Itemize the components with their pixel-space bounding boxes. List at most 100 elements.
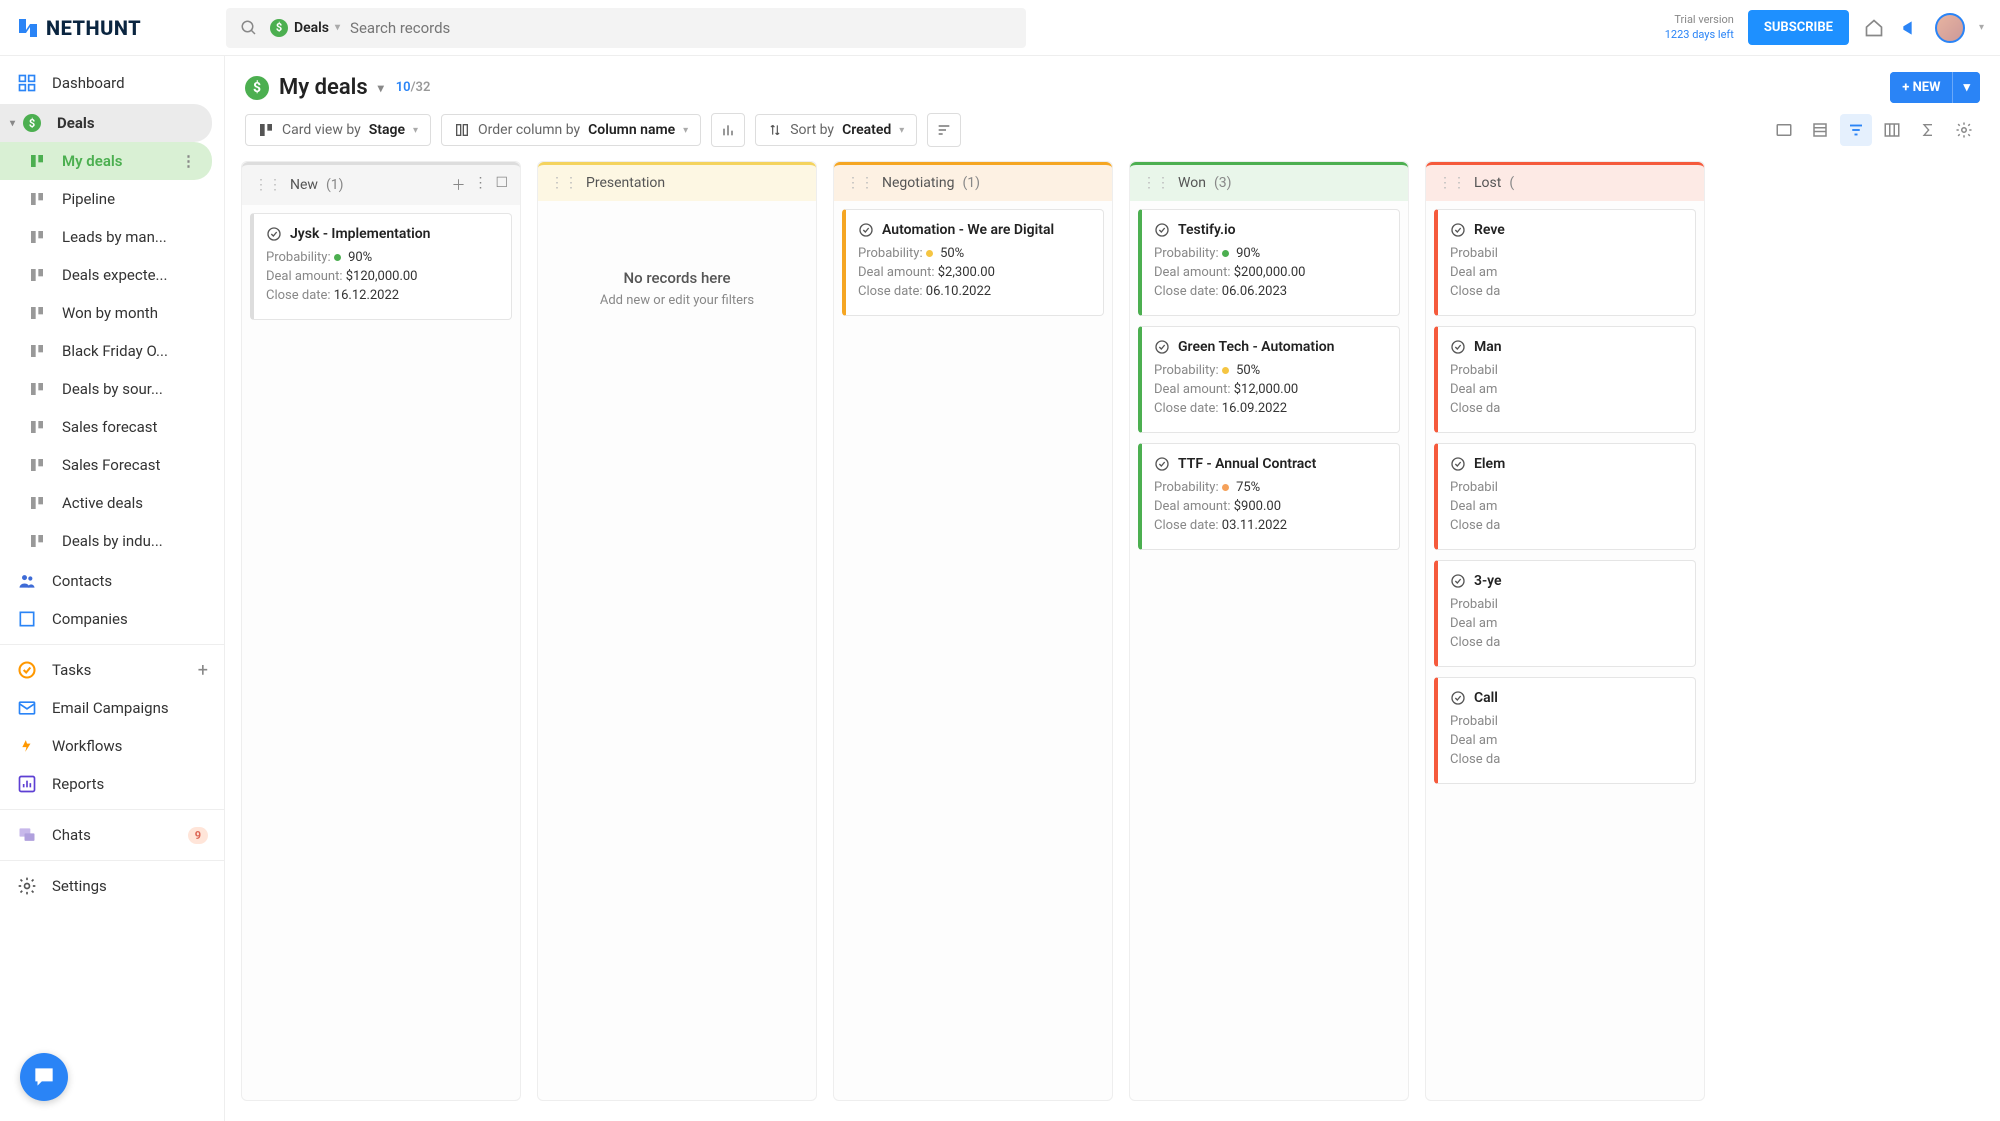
page-title-wrap[interactable]: $ My deals ▾ [245,75,384,100]
sort-direction-button[interactable] [927,113,961,147]
deal-card[interactable]: Man Probabil Deal am Close da [1434,326,1696,433]
column-body[interactable]: No records here Add new or edit your fil… [538,201,816,1100]
sidebar-view-item[interactable]: Leads by man... [0,218,224,256]
search-input[interactable] [350,19,1014,37]
sort-label: Sort by [790,122,834,138]
view-list-icon[interactable] [1804,114,1836,146]
filter-icon[interactable] [1840,114,1872,146]
column-header[interactable]: ⋮⋮ Presentation [538,162,816,201]
view-card-icon[interactable] [1768,114,1800,146]
deal-card[interactable]: Green Tech - Automation Probability: 50%… [1138,326,1400,433]
column-more-icon[interactable]: ⋮ [473,175,487,195]
sidebar-item-workflows[interactable]: Workflows [0,727,224,765]
add-card-icon[interactable]: ＋ [451,175,465,195]
drag-handle-icon[interactable]: ⋮⋮ [1438,175,1466,191]
check-circle-icon [1450,573,1466,589]
deal-card[interactable]: Automation - We are Digital Probability:… [842,209,1104,316]
drag-handle-icon[interactable]: ⋮⋮ [550,175,578,191]
new-dropdown-button[interactable]: ▾ [1952,72,1980,103]
board-column[interactable]: ⋮⋮ Presentation No records here Add new … [537,161,817,1101]
intercom-launcher[interactable] [20,1053,68,1101]
chart-toggle-button[interactable] [711,113,745,147]
deal-card[interactable]: Reve Probabil Deal am Close da [1434,209,1696,316]
sigma-icon[interactable] [1912,114,1944,146]
add-task-icon[interactable]: + [198,660,208,681]
sidebar-item-deals[interactable]: ▾ $ Deals [0,104,212,142]
deal-card[interactable]: Call Probabil Deal am Close da [1434,677,1696,784]
board-mini-icon [26,302,48,324]
sidebar-view-item[interactable]: Deals by sour... [0,370,224,408]
trial-info[interactable]: Trial version 1223 days left [1665,13,1734,42]
announcement-icon[interactable] [1899,17,1921,39]
settings-gear-icon[interactable] [1948,114,1980,146]
app-logo[interactable]: NETHUNT [16,16,226,40]
search-icon[interactable] [238,17,260,39]
deal-card[interactable]: 3-ye Probabil Deal am Close da [1434,560,1696,667]
sidebar-view-item[interactable]: Deals by indu... [0,522,224,560]
new-button[interactable]: + NEW [1890,72,1952,103]
sidebar-item-tasks[interactable]: Tasks + [0,651,224,689]
sidebar-item-contacts[interactable]: Contacts [0,562,224,600]
sidebar-item-dashboard[interactable]: Dashboard [0,64,224,102]
sidebar-view-item[interactable]: Won by month [0,294,224,332]
card-amount-row: Deal am [1450,265,1683,280]
column-body[interactable]: Jysk - Implementation Probability: 90% D… [242,205,520,1100]
chevron-down-icon[interactable]: ▾ [378,81,384,95]
contacts-icon [16,570,38,592]
column-header[interactable]: ⋮⋮ Lost ( [1426,162,1704,201]
home-icon[interactable] [1863,17,1885,39]
sidebar-view-item[interactable]: My deals⋮ [0,142,212,180]
search-scope-selector[interactable]: $ Deals ▾ [270,19,340,37]
sidebar-view-item[interactable]: Pipeline [0,180,224,218]
drag-handle-icon[interactable]: ⋮⋮ [1142,175,1170,191]
deal-card[interactable]: Elem Probabil Deal am Close da [1434,443,1696,550]
card-probability-row: Probability: 50% [858,246,1091,261]
column-header[interactable]: ⋮⋮ Negotiating (1) [834,162,1112,201]
sidebar-item-settings[interactable]: Settings [0,867,224,905]
check-circle-icon [266,226,282,242]
drag-handle-icon[interactable]: ⋮⋮ [254,177,282,193]
board-column[interactable]: ⋮⋮ New (1) ＋ ⋮ ☐ Jysk - Implementation P… [241,161,521,1101]
sidebar-chats-label: Chats [52,826,91,844]
sidebar-view-item[interactable]: Active deals [0,484,224,522]
column-header[interactable]: ⋮⋮ Won (3) [1130,162,1408,201]
sidebar-view-item[interactable]: Black Friday O... [0,332,224,370]
workflows-icon [16,735,38,757]
more-icon[interactable]: ⋮ [181,152,196,170]
drag-handle-icon[interactable]: ⋮⋮ [846,175,874,191]
kanban-board[interactable]: ⋮⋮ New (1) ＋ ⋮ ☐ Jysk - Implementation P… [225,161,2000,1121]
sidebar-view-item[interactable]: Sales forecast [0,408,224,446]
board-column[interactable]: ⋮⋮ Lost ( Reve Probabil Deal am Close da… [1425,161,1705,1101]
deal-card[interactable]: Testify.io Probability: 90% Deal amount:… [1138,209,1400,316]
sidebar-settings-label: Settings [52,877,107,895]
deal-card[interactable]: Jysk - Implementation Probability: 90% D… [250,213,512,320]
sidebar-dashboard-label: Dashboard [52,74,125,92]
sidebar-item-reports[interactable]: Reports [0,765,224,803]
sidebar-view-item[interactable]: Deals expecte... [0,256,224,294]
board-mini-icon [26,416,48,438]
card-amount-value: $12,000.00 [1234,382,1298,397]
sidebar-item-companies[interactable]: Companies [0,600,224,638]
column-body[interactable]: Testify.io Probability: 90% Deal amount:… [1130,201,1408,1100]
column-body[interactable]: Automation - We are Digital Probability:… [834,201,1112,1100]
board-column[interactable]: ⋮⋮ Negotiating (1) Automation - We are D… [833,161,1113,1101]
search-bar[interactable]: $ Deals ▾ [226,8,1026,48]
column-body[interactable]: Reve Probabil Deal am Close da Man Proba… [1426,201,1704,1100]
user-avatar[interactable] [1935,13,1965,43]
order-column-selector[interactable]: Order column by Column name ▾ [441,114,701,146]
board-column[interactable]: ⋮⋮ Won (3) Testify.io Probability: 90% D… [1129,161,1409,1101]
column-header[interactable]: ⋮⋮ New (1) ＋ ⋮ ☐ [242,162,520,205]
column-checkbox[interactable]: ☐ [495,175,508,195]
sidebar-email-label: Email Campaigns [52,699,169,717]
deal-card[interactable]: TTF - Annual Contract Probability: 75% D… [1138,443,1400,550]
sidebar-item-email-campaigns[interactable]: Email Campaigns [0,689,224,727]
sort-selector[interactable]: Sort by Created ▾ [755,114,917,146]
sidebar-view-item[interactable]: Sales Forecast [0,446,224,484]
cardview-selector[interactable]: Card view by Stage ▾ [245,114,431,146]
dashboard-icon [16,72,38,94]
columns-config-icon[interactable] [1876,114,1908,146]
user-menu-caret[interactable]: ▾ [1979,22,1984,33]
sidebar-item-chats[interactable]: Chats 9 [0,816,224,854]
count-total: /32 [411,80,431,95]
subscribe-button[interactable]: SUBSCRIBE [1748,10,1849,45]
